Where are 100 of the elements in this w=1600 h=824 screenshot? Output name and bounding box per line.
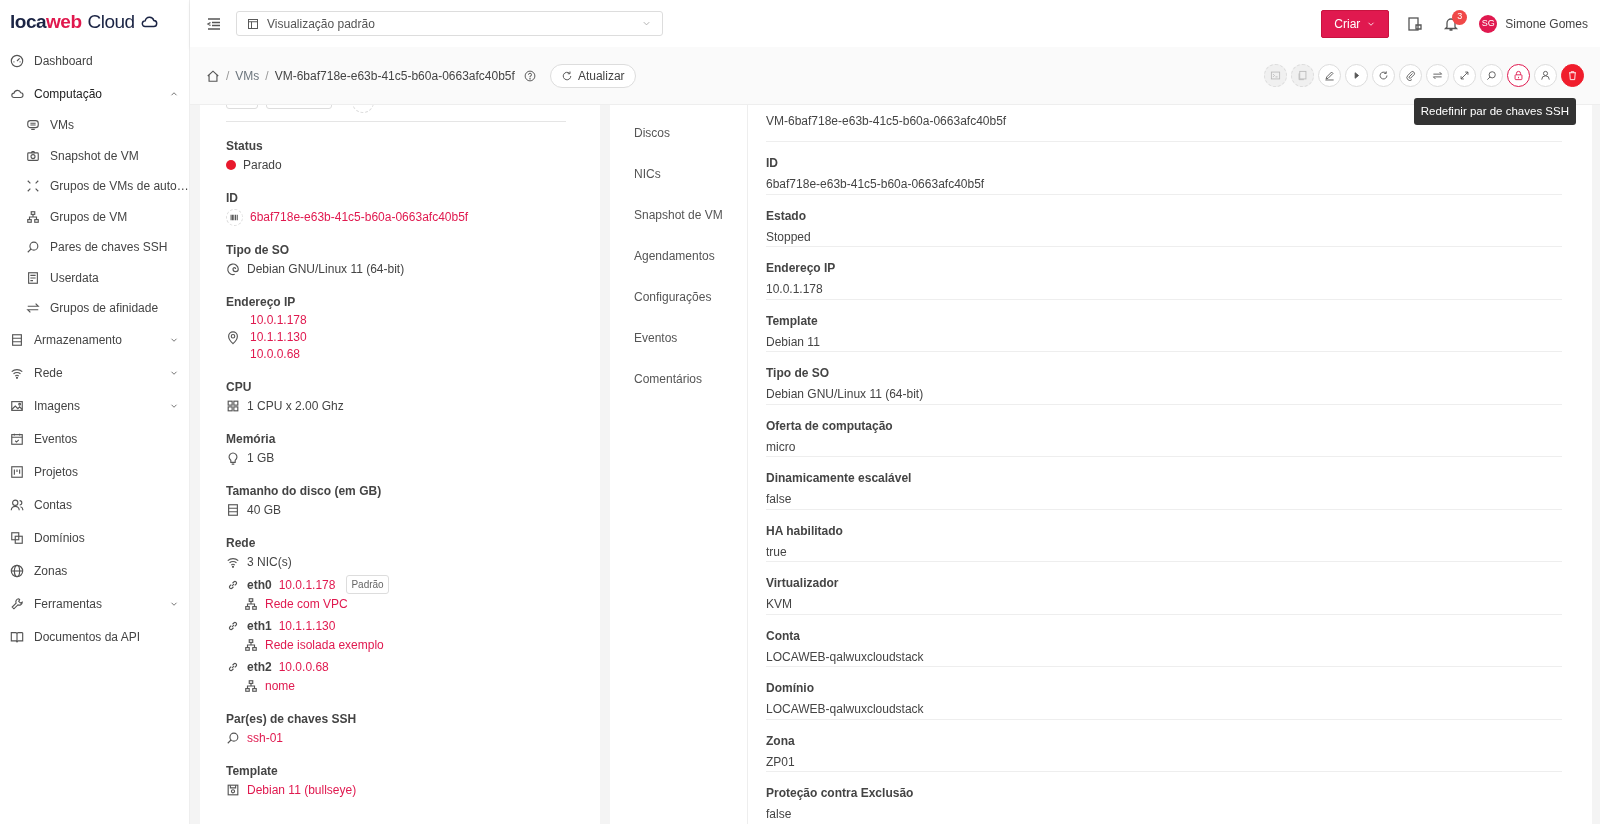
action-button[interactable]	[1507, 64, 1530, 87]
detail-label: Zona	[766, 733, 795, 748]
tab[interactable]: Discos	[610, 120, 747, 161]
ip-link[interactable]: 10.0.0.68	[250, 346, 307, 363]
refresh-icon	[560, 69, 573, 82]
sidebar-item[interactable]: Rede	[0, 356, 189, 390]
field-label: ID	[226, 191, 238, 205]
lock-icon	[1513, 70, 1524, 81]
field-value: Debian GNU/Linux 11 (64-bit)	[247, 261, 405, 278]
sidebar-subitem[interactable]: Grupos de afinidade	[0, 293, 189, 324]
globe-icon	[10, 564, 24, 578]
detail-label: Conta	[766, 628, 800, 643]
detail-value: false	[766, 492, 792, 506]
book-icon	[10, 630, 24, 644]
detail-value: Stopped	[766, 229, 811, 244]
action-button[interactable]	[1561, 64, 1584, 87]
tab[interactable]: Eventos	[610, 325, 747, 366]
detail-value: LOCAWEB-qalwuxcloudstack	[766, 702, 924, 716]
swap-arrows-icon	[1432, 70, 1443, 81]
field-label: Memória	[226, 432, 276, 446]
layout-icon	[247, 17, 259, 30]
sidebar-item[interactable]: Domínios	[0, 521, 189, 555]
sidebar-item[interactable]: Zonas	[0, 554, 189, 588]
wrench-icon	[10, 597, 24, 611]
sidebar-item[interactable]: Imagens	[0, 389, 189, 423]
pencil-icon	[1324, 70, 1335, 81]
sidebar-subitem[interactable]: Snapshot de VM	[0, 140, 189, 171]
detail-label: Proteção contra Exclusão	[766, 786, 914, 800]
nic-name: eth1	[247, 618, 272, 635]
expand-icon	[26, 179, 40, 194]
breadcrumb-current: VM-6baf718e-e63b-41c5-b60a-0663afc40b5f	[274, 67, 515, 85]
detail-label: Virtualizador	[766, 576, 839, 590]
hierarchy-icon	[244, 597, 258, 611]
field-label: Status	[226, 139, 263, 153]
users-icon	[10, 498, 24, 512]
field-link[interactable]: 6baf718e-e63b-41c5-b60a-0663afc40b5f	[250, 208, 469, 226]
link-icon	[226, 619, 240, 633]
sidebar-subitem[interactable]: Grupos de VMs de auto…	[0, 171, 189, 202]
field-label: Template	[226, 764, 278, 778]
ip-link[interactable]: 10.0.1.178	[278, 575, 336, 594]
grid-icon	[226, 399, 240, 413]
field-value: 1 CPU x 2.00 Ghz	[247, 398, 344, 415]
field-link[interactable]: Debian 11 (bullseye)	[247, 781, 357, 799]
copy-icon	[1297, 70, 1308, 81]
detail-label: Template	[766, 313, 818, 328]
network-link[interactable]: Rede isolada exemplo	[265, 636, 384, 654]
tab[interactable]: Snapshot de VM	[610, 202, 747, 243]
resize-icon	[1459, 70, 1470, 81]
user-name[interactable]: Simone Gomes	[1505, 14, 1588, 33]
create-button[interactable]: Criar	[1321, 9, 1390, 38]
tab[interactable]: NICs	[610, 161, 747, 202]
field-link[interactable]: ssh-01	[247, 729, 284, 747]
detail-label: HA habilitado	[766, 523, 843, 538]
detail-label: Estado	[766, 208, 806, 223]
location-pin-icon	[226, 330, 240, 345]
camera-icon	[26, 148, 40, 163]
ip-link[interactable]: 10.0.0.68	[278, 658, 329, 676]
sidebar-item[interactable]: Projetos	[0, 455, 189, 489]
sidebar-item[interactable]: Contas	[0, 488, 189, 522]
detail-value: 10.0.1.178	[766, 282, 823, 296]
sidebar-subitem[interactable]: VMs	[0, 110, 189, 141]
tab[interactable]: Configurações	[610, 284, 747, 325]
paperclip-icon	[1405, 70, 1416, 81]
search-icon	[1486, 70, 1497, 81]
squares-icon	[10, 531, 24, 545]
detail-value: micro	[766, 439, 796, 454]
document-icon	[26, 270, 40, 285]
breadcrumb-link[interactable]: VMs	[235, 66, 260, 85]
wifi-icon	[10, 366, 24, 380]
ip-link[interactable]: 10.1.1.130	[250, 329, 307, 346]
view-select[interactable]: Visualização padrão	[236, 11, 663, 36]
ip-link[interactable]: 10.1.1.130	[278, 617, 336, 635]
detail-value: LOCAWEB-qalwuxcloudstack	[766, 649, 924, 664]
sidebar-item[interactable]: Dashboard	[0, 44, 189, 77]
tab[interactable]: Agendamentos	[610, 243, 747, 284]
network-link[interactable]: nome	[265, 677, 296, 695]
refresh-icon	[1378, 70, 1389, 81]
nic-name: eth2	[247, 659, 272, 676]
field-value: 3 NIC(s)	[247, 554, 292, 571]
sidebar-subitem[interactable]: Pares de chaves SSH	[0, 232, 189, 263]
drawer-icon	[10, 333, 24, 347]
brand-logo: locaweb Cloud	[10, 9, 135, 34]
network-link[interactable]: Rede com VPC	[265, 595, 348, 613]
tab[interactable]: Comentários	[610, 366, 747, 407]
user-avatar[interactable]: SG	[1479, 14, 1498, 33]
field-label: Endereço IP	[226, 295, 296, 309]
sidebar-item[interactable]: Eventos	[0, 422, 189, 456]
ip-link[interactable]: 10.0.1.178	[250, 312, 307, 329]
sidebar-subitem[interactable]: Grupos de VM	[0, 201, 189, 232]
detail-value: KVM	[766, 597, 792, 611]
field-label: Tipo de SO	[226, 243, 290, 257]
terminal-icon	[1270, 70, 1281, 81]
sidebar-item[interactable]: Ferramentas	[0, 587, 189, 621]
sidebar-item[interactable]: Documentos da API	[0, 620, 189, 654]
sidebar-item[interactable]: Computação	[0, 77, 189, 110]
sidebar-subitem[interactable]: Userdata	[0, 262, 189, 293]
swirl-icon	[226, 262, 240, 276]
refresh-button[interactable]: Atualizar	[549, 63, 636, 88]
sidebar-item[interactable]: Armazenamento	[0, 323, 189, 357]
detail-label: ID	[766, 156, 778, 170]
